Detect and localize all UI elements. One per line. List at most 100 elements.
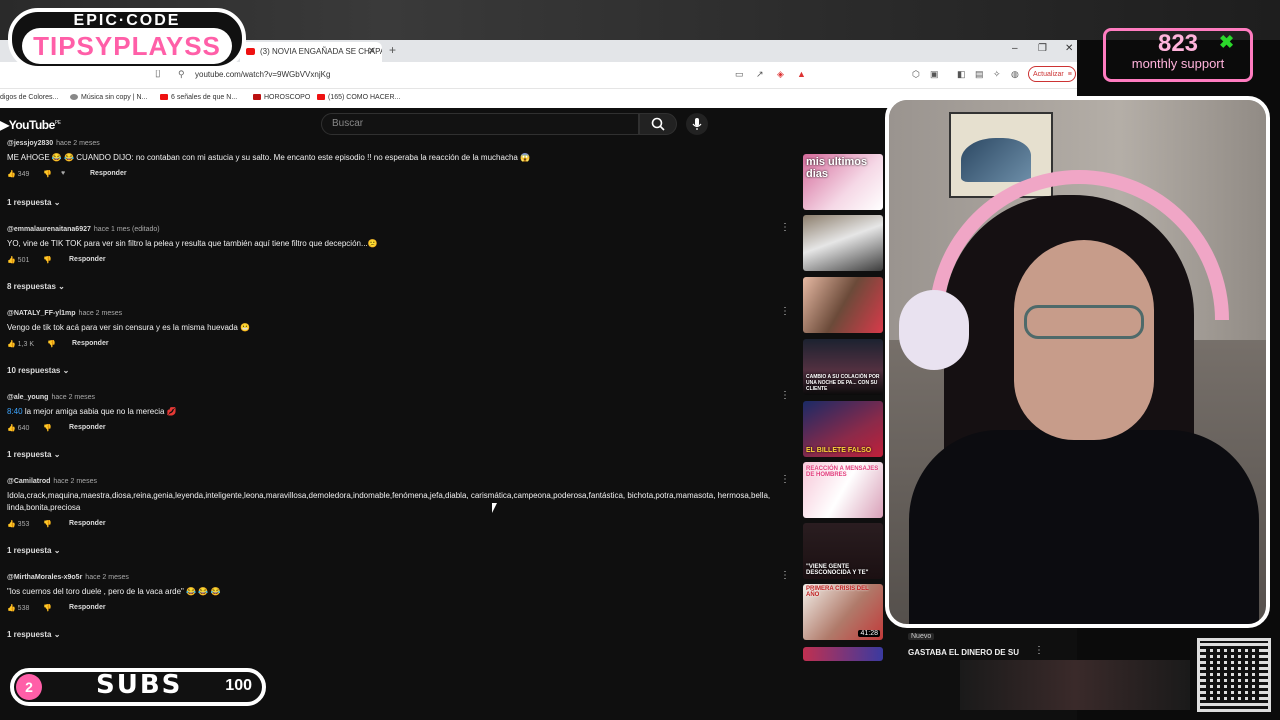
search-input[interactable]: Buscar	[321, 113, 639, 135]
youtube-logo[interactable]: ▶YouTubePE	[0, 118, 61, 132]
comment-time[interactable]: hace 2 meses	[56, 140, 100, 147]
timestamp-link[interactable]: 8:40	[7, 407, 23, 416]
brave-shield-icon[interactable]: ◈	[777, 69, 784, 80]
reply-button[interactable]: Responder	[90, 170, 127, 177]
view-replies-button[interactable]: 1 respuesta ⌄	[7, 630, 60, 639]
chevron-down-icon: ⌄	[53, 630, 61, 639]
browser-tab-active[interactable]: (3) NOVIA ENGAÑADA SE CHAPA... ✕	[240, 42, 382, 62]
extension-icon[interactable]: ⬡	[912, 69, 920, 80]
youtube-favicon-icon	[246, 48, 255, 55]
view-replies-button[interactable]: 1 respuesta ⌄	[7, 198, 60, 207]
comment-author[interactable]: @NATALY_FF-yl1mp	[7, 310, 76, 317]
view-replies-button[interactable]: 10 respuestas ⌄	[7, 366, 69, 375]
comment-author[interactable]: @ale_young	[7, 394, 48, 401]
bookmark-item[interactable]: (165) COMO HACER...	[317, 94, 400, 101]
voice-search-button[interactable]	[686, 113, 708, 135]
comment: @emmalaurenaitana6927 hace 1 mes (editado…	[7, 224, 378, 268]
new-badge: Nuevo	[908, 633, 935, 640]
bookmark-item[interactable]: 6 señales de que N...	[160, 94, 237, 101]
site-info-icon[interactable]: ⚲	[178, 69, 185, 80]
video-thumbnail[interactable]: CAMBIO A SU COLACIÓN POR UNA NOCHE DE PA…	[803, 339, 883, 395]
comment-actions: 👍 538 👎 Responder	[7, 604, 220, 616]
comment-menu-icon[interactable]: ⋮	[780, 390, 790, 401]
reply-button[interactable]: Responder	[69, 256, 106, 263]
reply-button[interactable]: Responder	[72, 340, 109, 347]
comment-time[interactable]: hace 2 meses	[51, 394, 95, 401]
view-replies-button[interactable]: 8 respuestas ⌄	[7, 282, 65, 291]
vpn-icon[interactable]: ◍	[1011, 69, 1019, 80]
dislike-icon[interactable]: 👎	[43, 256, 52, 264]
video-thumbnail[interactable]: mis ultimos dias	[803, 154, 883, 210]
mic-icon	[692, 118, 702, 130]
green-x-icon: ✖	[1219, 32, 1235, 52]
new-tab-icon[interactable]: +	[389, 43, 396, 57]
comment-author[interactable]: @jessjoy2830	[7, 140, 53, 147]
video-title[interactable]: GASTABA EL DINERO DE SU	[908, 648, 1019, 657]
dislike-icon[interactable]: 👎	[43, 424, 52, 432]
comment-menu-icon[interactable]: ⋮	[780, 306, 790, 317]
dislike-icon[interactable]: 👎	[43, 170, 52, 178]
like-icon[interactable]: 👍	[7, 521, 16, 528]
comment-time[interactable]: hace 2 meses	[85, 574, 129, 581]
url-field[interactable]: youtube.com/watch?v=9WGbVVxnjKg	[195, 70, 330, 79]
like-icon[interactable]: 👍	[7, 605, 16, 612]
view-replies-button[interactable]: 1 respuesta ⌄	[7, 450, 60, 459]
webcam-feed	[885, 96, 1270, 628]
share-icon[interactable]: ↗	[756, 69, 764, 80]
comment-author[interactable]: @emmalaurenaitana6927	[7, 226, 91, 233]
video-thumbnail[interactable]	[803, 277, 883, 333]
comment-time[interactable]: hace 2 meses	[53, 478, 97, 485]
minimize-icon[interactable]: –	[1012, 43, 1018, 54]
extension-icon[interactable]: ▣	[930, 69, 939, 80]
blurred-background	[960, 660, 1190, 710]
view-replies-button[interactable]: 1 respuesta ⌄	[7, 546, 60, 555]
video-thumbnail[interactable]	[803, 215, 883, 271]
comment-menu-icon[interactable]: ⋮	[780, 570, 790, 581]
cast-icon[interactable]: ▭	[735, 69, 744, 80]
rewards-icon[interactable]: ▲	[797, 69, 806, 79]
comment: @jessjoy2830 hace 2 meses ME AHOGE 😂 😂 CU…	[7, 138, 530, 182]
like-count: 349	[17, 171, 30, 178]
comment-menu-icon[interactable]: ⋮	[780, 222, 790, 233]
dislike-icon[interactable]: 👎	[47, 340, 56, 348]
like-count: 353	[17, 521, 30, 528]
search-button[interactable]	[639, 113, 677, 135]
video-menu-icon[interactable]: ⋮	[1034, 645, 1044, 656]
chevron-down-icon: ⌄	[53, 450, 61, 459]
like-count: 501	[17, 257, 30, 264]
like-count: 538	[17, 605, 30, 612]
video-thumbnail[interactable]: "VIENE GENTE DESCONOCIDA Y TE"	[803, 523, 883, 579]
chevron-down-icon: ⌄	[58, 282, 65, 291]
dislike-icon[interactable]: 👎	[43, 520, 52, 528]
close-tab-icon[interactable]: ✕	[368, 42, 376, 62]
wallet-icon[interactable]: ▤	[975, 69, 984, 80]
update-button[interactable]: Actualizar ≡	[1028, 66, 1076, 82]
reply-button[interactable]: Responder	[69, 604, 106, 611]
dislike-icon[interactable]: 👎	[43, 604, 52, 612]
close-window-icon[interactable]: ✕	[1065, 43, 1073, 54]
like-icon[interactable]: 👍	[7, 257, 16, 264]
bookmark-item[interactable]: Música sin copy | N...	[70, 94, 147, 101]
video-thumbnail[interactable]: REACCIÓN A MENSAJES DE HOMBRES	[803, 462, 883, 518]
comment-author[interactable]: @Camilatrod	[7, 478, 50, 485]
restore-icon[interactable]: ❐	[1038, 43, 1047, 54]
reply-button[interactable]: Responder	[69, 424, 106, 431]
video-thumbnail[interactable]	[803, 647, 883, 661]
like-icon[interactable]: 👍	[7, 425, 16, 432]
subs-label: SUBS	[96, 670, 183, 700]
video-thumbnail[interactable]: PRIMERA CRISIS DEL AÑO 41:28	[803, 584, 883, 640]
sidebar-icon[interactable]: ◧	[957, 69, 966, 80]
menu-icon: ≡	[1067, 71, 1072, 78]
comment-text: YO, vine de TIK TOK para ver sin filtro …	[7, 239, 378, 248]
bookmark-item[interactable]: HOROSCOPO	[253, 94, 310, 101]
bookmark-item[interactable]: digos de Colores...	[0, 94, 58, 101]
comment-time[interactable]: hace 2 meses	[79, 310, 123, 317]
video-thumbnail[interactable]: EL BILLETE FALSO	[803, 401, 883, 457]
comment-author[interactable]: @MirthaMorales-x9o5r	[7, 574, 82, 581]
comment-text: Vengo de tik tok acá para ver sin censur…	[7, 323, 250, 332]
like-icon[interactable]: 👍	[7, 171, 16, 178]
reply-button[interactable]: Responder	[69, 520, 106, 527]
like-icon[interactable]: 👍	[7, 341, 16, 348]
comment-time[interactable]: hace 1 mes (editado)	[94, 226, 160, 233]
extensions-icon[interactable]: ✧	[993, 69, 1001, 80]
